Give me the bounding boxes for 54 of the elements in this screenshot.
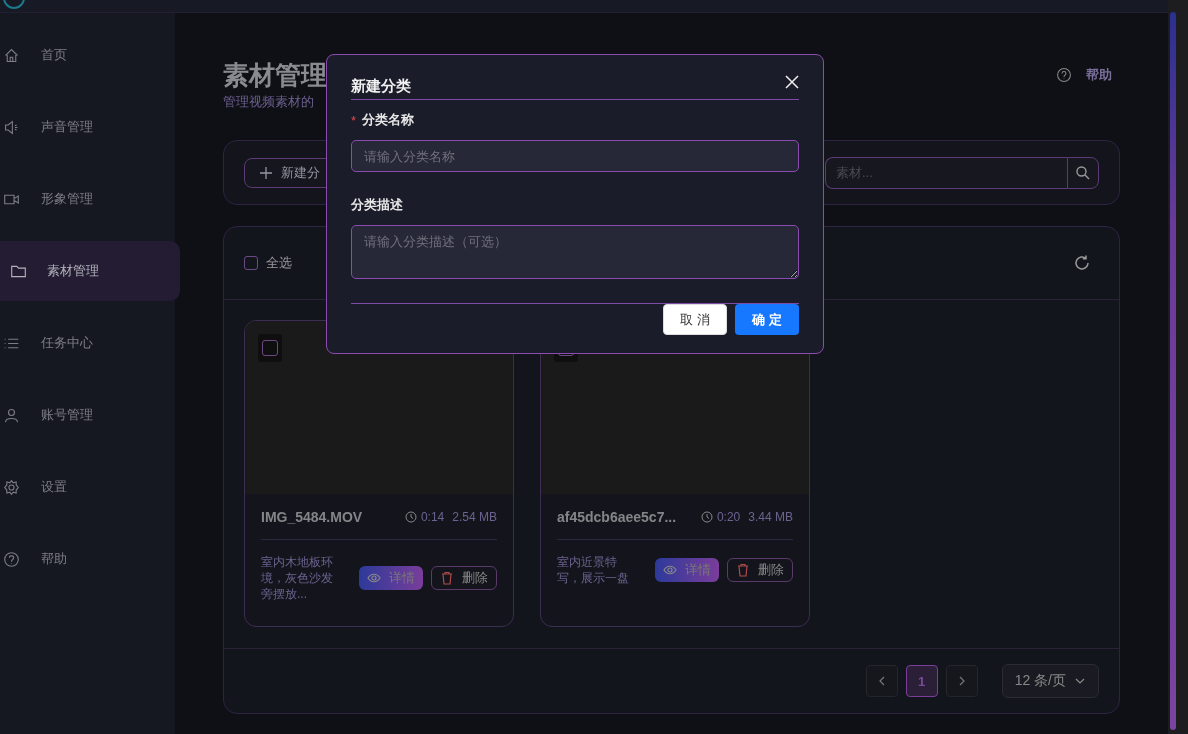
clock-icon (700, 510, 713, 523)
sidebar-item[interactable]: 素材管理 (0, 241, 180, 301)
page-button[interactable]: 1 (905, 665, 938, 697)
page-subtitle: 管理视频素材的 (223, 93, 315, 111)
name-field[interactable]: 请输入分类名称 (351, 140, 799, 172)
delete-button[interactable]: 删除 (431, 566, 497, 590)
scroll-bar[interactable] (1170, 12, 1176, 730)
next-page-button[interactable] (945, 665, 978, 697)
previous-page-button[interactable] (865, 665, 898, 697)
sidebar-item[interactable]: 首页 (0, 19, 175, 91)
video-description: 室内近景特写，展示一盘 (557, 554, 630, 586)
home-icon (3, 46, 20, 64)
help-icon (3, 550, 20, 568)
page-size-select[interactable]: 12 条/页 (1001, 664, 1099, 698)
eye-icon (367, 571, 381, 585)
file-size: 2.54 MB (452, 509, 497, 524)
video-description: 室内木地板环境，灰色沙发旁摆放... (261, 554, 334, 602)
plus-icon (259, 165, 273, 180)
search-icon (1075, 164, 1091, 181)
field-label: 分类名称 (362, 111, 415, 129)
trash-icon (440, 571, 454, 585)
cancel-button[interactable]: 取 消 (663, 304, 727, 335)
sidebar-item[interactable]: 任务中心 (0, 307, 175, 379)
trash-icon (736, 563, 750, 577)
help-icon (1056, 67, 1072, 83)
sidebar-item[interactable]: 形象管理 (0, 163, 175, 235)
field-label: 分类描述 (351, 196, 403, 214)
sidebar-item[interactable]: 帮助 (0, 523, 175, 595)
search-button[interactable] (1067, 156, 1099, 189)
file-size: 3.44 MB (748, 509, 793, 524)
help-link[interactable]: 帮助 (1056, 57, 1112, 93)
clock-icon (404, 510, 417, 523)
refresh-icon[interactable] (1073, 254, 1091, 272)
required-mark: * (351, 112, 357, 128)
card-checkbox[interactable] (262, 340, 278, 356)
close-icon[interactable] (785, 75, 799, 89)
dialog-title: 新建分类 (351, 77, 411, 96)
settings-icon (3, 478, 20, 496)
sidebar-item[interactable]: 账号管理 (0, 379, 175, 451)
delete-button[interactable]: 删除 (727, 558, 793, 582)
description-field[interactable]: 请输入分类描述（可选） (351, 225, 799, 279)
duration: 0:14 (420, 509, 445, 524)
file-name: af45dcb6aee5c7... (557, 508, 677, 525)
duration: 0:20 (716, 509, 741, 524)
confirm-button[interactable]: 确 定 (735, 304, 799, 335)
select-all-checkbox[interactable] (244, 256, 258, 270)
sidebar-item[interactable]: 设置 (0, 451, 175, 523)
sidebar-item[interactable]: 声音管理 (0, 91, 175, 163)
speaker-icon (3, 118, 20, 136)
select-all-label: 全选 (266, 254, 292, 272)
user-icon (3, 406, 20, 424)
eye-icon (663, 563, 677, 577)
page-title: 素材管理 (223, 59, 327, 92)
file-name: IMG_5484.MOV (261, 508, 363, 525)
